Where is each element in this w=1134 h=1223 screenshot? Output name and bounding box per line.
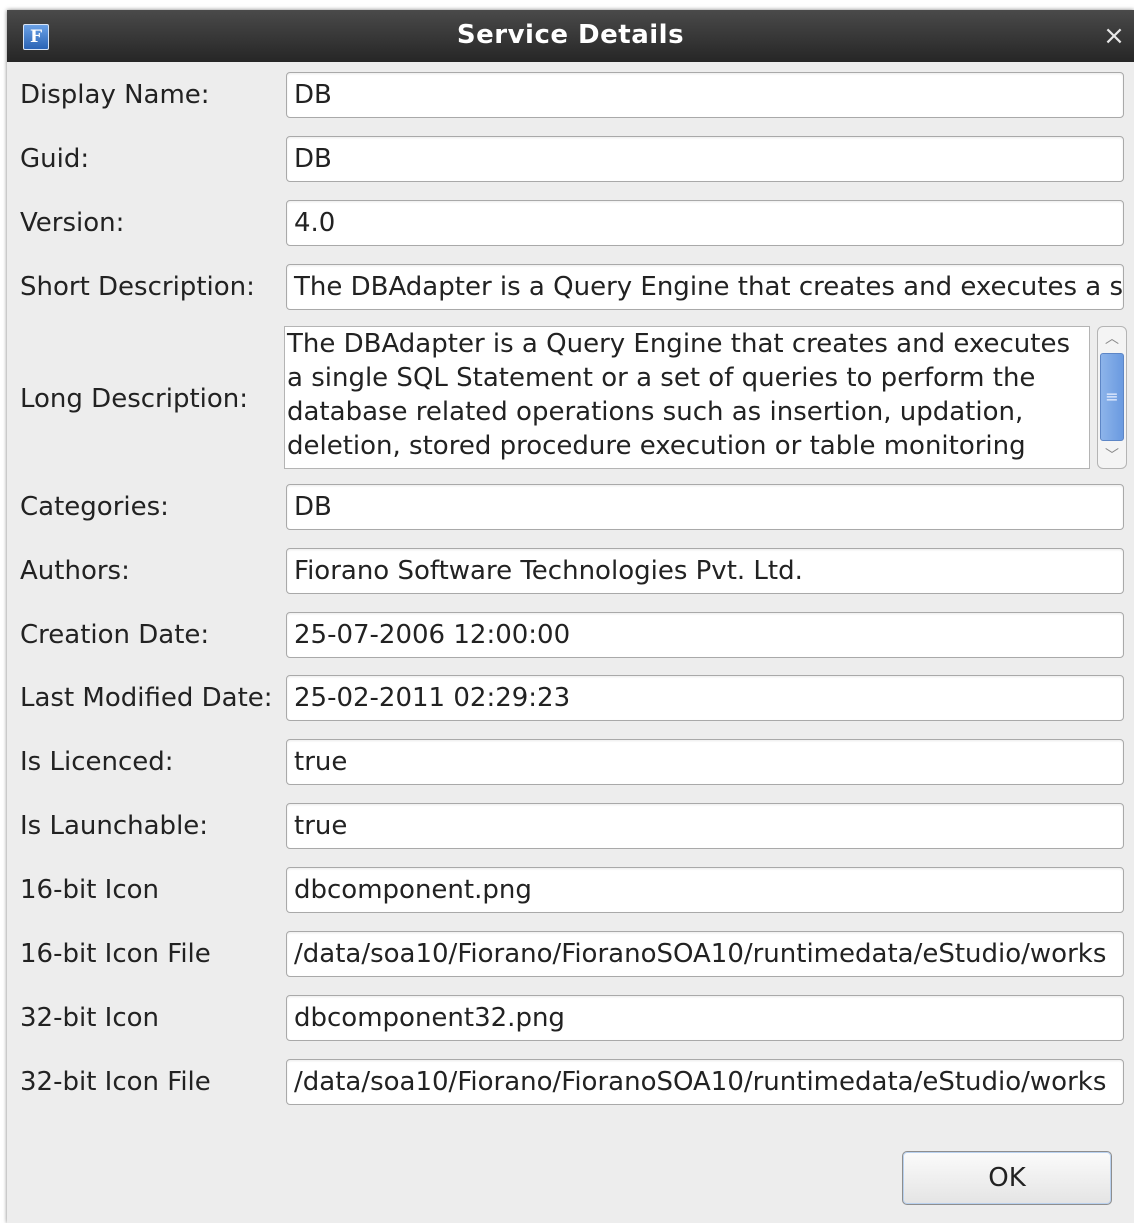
- row-display-name: Display Name: DB: [7, 72, 1134, 118]
- row-guid: Guid: DB: [7, 136, 1134, 182]
- long-description-line: deletion, stored procedure execution or …: [287, 431, 1026, 461]
- is-launchable-field[interactable]: true: [286, 803, 1124, 849]
- is-launchable-label: Is Launchable:: [20, 811, 209, 841]
- creation-date-field[interactable]: 25-07-2006 12:00:00: [286, 612, 1124, 658]
- last-modified-date-field[interactable]: 25-02-2011 02:29:23: [286, 675, 1124, 721]
- row-categories: Categories: DB: [7, 484, 1134, 530]
- long-description-scrollbar[interactable]: ︿ ≡ ﹀: [1097, 326, 1127, 469]
- icon-32-field[interactable]: dbcomponent32.png: [286, 995, 1124, 1041]
- row-version: Version: 4.0: [7, 200, 1134, 246]
- long-description-container: The DBAdapter is a Query Engine that cre…: [284, 326, 1128, 471]
- authors-label: Authors:: [20, 556, 130, 586]
- authors-field[interactable]: Fiorano Software Technologies Pvt. Ltd.: [286, 548, 1124, 594]
- scroll-down-icon[interactable]: ﹀: [1098, 444, 1126, 468]
- scrollbar-thumb[interactable]: ≡: [1100, 353, 1124, 441]
- categories-label: Categories:: [20, 492, 169, 522]
- short-description-label: Short Description:: [20, 272, 255, 302]
- display-name-label: Display Name:: [20, 80, 210, 110]
- ok-button[interactable]: OK: [902, 1151, 1112, 1205]
- icon-16-file-field[interactable]: /data/soa10/Fiorano/FioranoSOA10/runtime…: [286, 931, 1124, 977]
- display-name-field[interactable]: DB: [286, 72, 1124, 118]
- long-description-label: Long Description:: [20, 383, 249, 414]
- is-licenced-label: Is Licenced:: [20, 747, 174, 777]
- row-is-launchable: Is Launchable: true: [7, 803, 1134, 849]
- guid-field[interactable]: DB: [286, 136, 1124, 182]
- service-details-dialog: F Service Details × Display Name: DB Gui…: [7, 10, 1134, 1223]
- short-description-field[interactable]: The DBAdapter is a Query Engine that cre…: [286, 264, 1124, 310]
- icon-32-label: 32-bit Icon: [20, 1003, 160, 1033]
- long-description-line: The DBAdapter is a Query Engine that cre…: [287, 329, 1070, 359]
- icon-16-file-label: 16-bit Icon File: [20, 939, 211, 969]
- last-modified-date-label: Last Modified Date:: [20, 683, 273, 713]
- icon-16-label: 16-bit Icon: [20, 875, 160, 905]
- scroll-up-icon[interactable]: ︿: [1098, 327, 1126, 351]
- icon-32-file-label: 32-bit Icon File: [20, 1067, 211, 1097]
- version-field[interactable]: 4.0: [286, 200, 1124, 246]
- row-long-description: Long Description: The DBAdapter is a Que…: [7, 326, 1134, 471]
- row-icon-16-file: 16-bit Icon File /data/soa10/Fiorano/Fio…: [7, 931, 1134, 977]
- creation-date-label: Creation Date:: [20, 620, 210, 650]
- version-label: Version:: [20, 208, 125, 238]
- row-authors: Authors: Fiorano Software Technologies P…: [7, 548, 1134, 594]
- row-is-licenced: Is Licenced: true: [7, 739, 1134, 785]
- title-bar[interactable]: F Service Details ×: [7, 10, 1134, 62]
- row-short-description: Short Description: The DBAdapter is a Qu…: [7, 264, 1134, 310]
- categories-field[interactable]: DB: [286, 484, 1124, 530]
- close-icon[interactable]: ×: [1102, 23, 1126, 49]
- row-icon-32: 32-bit Icon dbcomponent32.png: [7, 995, 1134, 1041]
- row-creation-date: Creation Date: 25-07-2006 12:00:00: [7, 612, 1134, 658]
- long-description-line: a single SQL Statement or a set of queri…: [287, 363, 1036, 393]
- guid-label: Guid:: [20, 144, 90, 174]
- row-last-modified-date: Last Modified Date: 25-02-2011 02:29:23: [7, 675, 1134, 721]
- dialog-title: Service Details: [456, 20, 685, 50]
- row-icon-32-file: 32-bit Icon File /data/soa10/Fiorano/Fio…: [7, 1059, 1134, 1105]
- is-licenced-field[interactable]: true: [286, 739, 1124, 785]
- icon-32-file-field[interactable]: /data/soa10/Fiorano/FioranoSOA10/runtime…: [286, 1059, 1124, 1105]
- row-icon-16: 16-bit Icon dbcomponent.png: [7, 867, 1134, 913]
- icon-16-field[interactable]: dbcomponent.png: [286, 867, 1124, 913]
- long-description-textarea[interactable]: The DBAdapter is a Query Engine that cre…: [284, 326, 1090, 469]
- long-description-line: database related operations such as inse…: [287, 397, 1024, 427]
